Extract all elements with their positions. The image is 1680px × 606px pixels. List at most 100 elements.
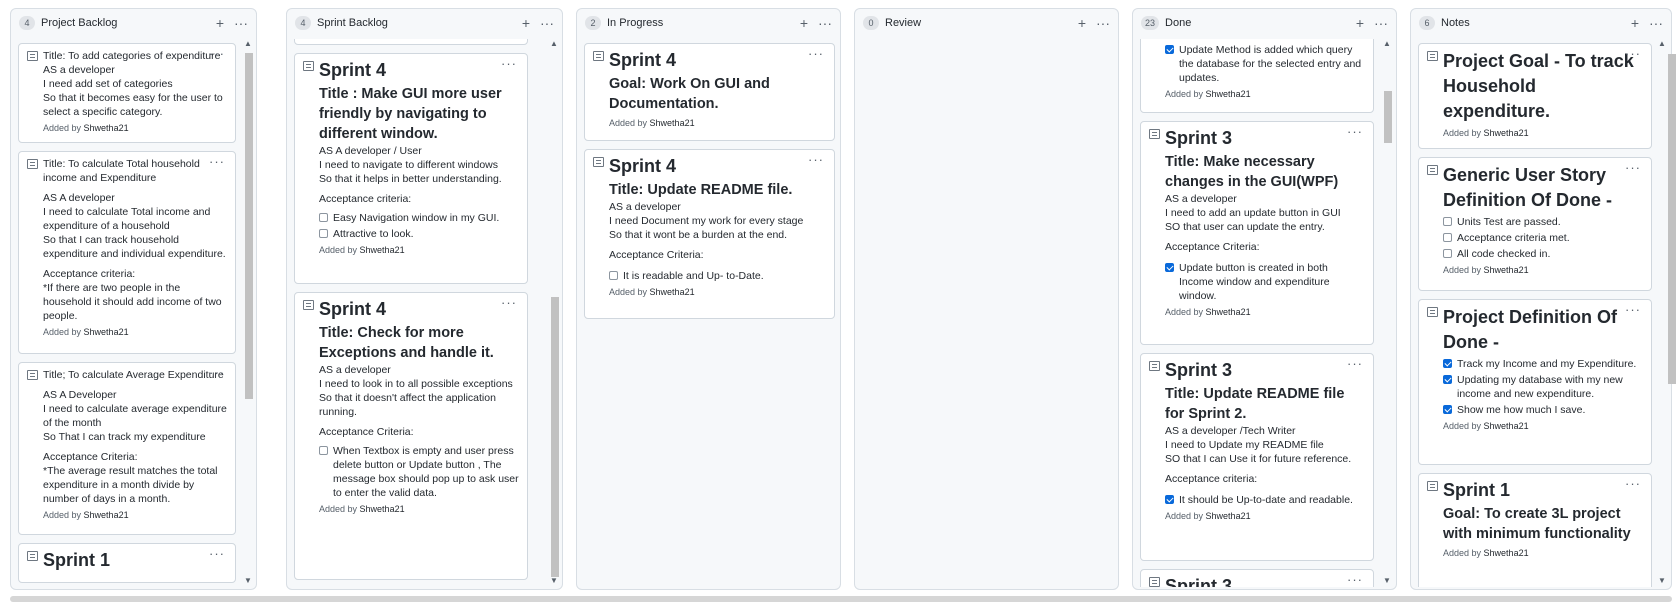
author-link[interactable]: Shwetha21: [1484, 265, 1529, 275]
scrollbar-thumb[interactable]: [551, 297, 559, 577]
checkbox[interactable]: [1443, 217, 1452, 226]
note-card-partial[interactable]: [294, 39, 528, 45]
added-by: Added by Shwetha21: [1165, 307, 1251, 317]
card-menu-kebab-icon[interactable]: ···: [501, 56, 517, 71]
card-title: Title: Update README file for Sprint 2.: [1165, 386, 1345, 422]
card-title: Goal: Work On GUI and Documentation.: [609, 76, 770, 112]
card-menu-kebab-icon[interactable]: ···: [1625, 476, 1641, 491]
page-horizontal-scrollbar[interactable]: [10, 596, 1672, 602]
checkbox-checked[interactable]: [1165, 45, 1174, 54]
checkbox[interactable]: [609, 271, 618, 280]
checkbox[interactable]: [319, 229, 328, 238]
card-menu-kebab-icon[interactable]: ···: [1347, 124, 1363, 139]
column-scrollbar[interactable]: ▲ ▼: [549, 39, 559, 585]
checkbox[interactable]: [1443, 249, 1452, 258]
card-menu-kebab-icon[interactable]: ···: [501, 295, 517, 310]
author-link[interactable]: Shwetha21: [84, 123, 129, 133]
note-card[interactable]: ··· Sprint 3: [1140, 569, 1374, 587]
note-card[interactable]: ··· Sprint 4 Goal: Work On GUI and Docum…: [584, 43, 835, 141]
add-card-button[interactable]: +: [1078, 16, 1086, 30]
checkbox-checked[interactable]: [1443, 359, 1452, 368]
triangle-up-icon[interactable]: ▲: [1658, 39, 1666, 48]
column-scrollbar[interactable]: ▲ ▼: [1657, 39, 1667, 585]
author-link[interactable]: Shwetha21: [360, 504, 405, 514]
triangle-up-icon[interactable]: ▲: [550, 39, 558, 48]
author-link[interactable]: Shwetha21: [360, 245, 405, 255]
column-menu-button[interactable]: ···: [1096, 16, 1110, 30]
column-scrollbar[interactable]: ▲ ▼: [243, 39, 253, 585]
checkbox-checked[interactable]: [1443, 405, 1452, 414]
card-text: I need to look in to all possible except…: [319, 378, 513, 390]
column-scrollbar[interactable]: ▲ ▼: [1382, 39, 1392, 585]
card-menu-kebab-icon[interactable]: ···: [209, 46, 225, 61]
card-count-badge: 4: [295, 16, 311, 30]
scrollbar-thumb[interactable]: [245, 53, 253, 399]
card-heading: Sprint 1: [1443, 480, 1511, 500]
checkbox[interactable]: [319, 446, 328, 455]
column-menu-button[interactable]: ···: [234, 16, 248, 30]
note-card[interactable]: ··· Sprint 1: [18, 543, 236, 583]
page-vertical-scrollbar[interactable]: [1668, 34, 1676, 600]
author-link[interactable]: Shwetha21: [1484, 128, 1529, 138]
scrollbar-thumb[interactable]: [1384, 91, 1392, 143]
add-card-button[interactable]: +: [522, 16, 530, 30]
note-card[interactable]: ··· Sprint 3 Title: Update README file f…: [1140, 353, 1374, 561]
column-menu-button[interactable]: ···: [1374, 16, 1388, 30]
triangle-down-icon[interactable]: ▼: [1658, 576, 1666, 585]
author-link[interactable]: Shwetha21: [1206, 89, 1251, 99]
author-link[interactable]: Shwetha21: [1206, 307, 1251, 317]
card-menu-kebab-icon[interactable]: ···: [1625, 160, 1641, 175]
triangle-down-icon[interactable]: ▼: [1383, 576, 1391, 585]
card-menu-kebab-icon[interactable]: ···: [808, 152, 824, 167]
triangle-down-icon[interactable]: ▼: [244, 576, 252, 585]
column-menu-button[interactable]: ···: [540, 16, 554, 30]
checkbox-checked[interactable]: [1165, 263, 1174, 272]
note-card[interactable]: ··· Sprint 4 Title: Update README file. …: [584, 149, 835, 319]
card-menu-kebab-icon[interactable]: ···: [209, 546, 225, 561]
author-link[interactable]: Shwetha21: [650, 118, 695, 128]
author-link[interactable]: Shwetha21: [84, 510, 129, 520]
project-board: 4 Project Backlog + ··· ··· Title: To ad…: [10, 8, 1672, 590]
card-menu-kebab-icon[interactable]: ···: [209, 365, 225, 380]
add-card-button[interactable]: +: [1631, 16, 1639, 30]
checkbox[interactable]: [319, 213, 328, 222]
checkbox-checked[interactable]: [1165, 495, 1174, 504]
author-link[interactable]: Shwetha21: [650, 287, 695, 297]
card-menu-kebab-icon[interactable]: ···: [1625, 46, 1641, 61]
card-menu-kebab-icon[interactable]: ···: [1625, 302, 1641, 317]
author-link[interactable]: Shwetha21: [84, 327, 129, 337]
card-menu-kebab-icon[interactable]: ···: [1347, 572, 1363, 587]
triangle-up-icon[interactable]: ▲: [1383, 39, 1391, 48]
add-card-button[interactable]: +: [1356, 16, 1364, 30]
note-card[interactable]: ··· Title: To add categories of expendit…: [18, 43, 236, 143]
card-menu-kebab-icon[interactable]: ···: [1347, 356, 1363, 371]
checkbox-checked[interactable]: [1443, 375, 1452, 384]
card-menu-kebab-icon[interactable]: ···: [209, 154, 225, 169]
note-card-partial[interactable]: Update Method is added which query the d…: [1140, 39, 1374, 113]
note-card[interactable]: ··· Sprint 4 Title : Make GUI more user …: [294, 53, 528, 284]
triangle-up-icon[interactable]: ▲: [244, 39, 252, 48]
note-card[interactable]: ··· Sprint 3 Title: Make necessary chang…: [1140, 121, 1374, 345]
note-card[interactable]: ··· Sprint 1 Goal: To create 3L project …: [1418, 473, 1652, 587]
checkbox[interactable]: [1443, 233, 1452, 242]
note-card[interactable]: ··· Sprint 4 Title: Check for more Excep…: [294, 292, 528, 580]
column-sprint-backlog: 4 Sprint Backlog + ··· ··· Sprint 4 Titl…: [286, 8, 563, 590]
author-link[interactable]: Shwetha21: [1484, 548, 1529, 558]
card-menu-kebab-icon[interactable]: ···: [808, 46, 824, 61]
author-link[interactable]: Shwetha21: [1484, 421, 1529, 431]
note-card[interactable]: ··· Generic User Story Definition Of Don…: [1418, 157, 1652, 291]
checklist-item: It should be Up-to-date and readable.: [1165, 493, 1365, 507]
note-icon: [27, 159, 38, 169]
scrollbar-thumb[interactable]: [1668, 54, 1676, 384]
note-card[interactable]: ··· Project Definition Of Done - Track m…: [1418, 299, 1652, 465]
add-card-button[interactable]: +: [216, 16, 224, 30]
column-menu-button[interactable]: ···: [1649, 16, 1663, 30]
add-card-button[interactable]: +: [800, 16, 808, 30]
note-card[interactable]: ··· Project Goal - To track Household ex…: [1418, 43, 1652, 149]
column-menu-button[interactable]: ···: [818, 16, 832, 30]
author-link[interactable]: Shwetha21: [1206, 511, 1251, 521]
card-heading: Sprint 4: [609, 50, 677, 70]
note-card[interactable]: ··· Title: To calculate Total household …: [18, 151, 236, 354]
note-card[interactable]: ··· Title; To calculate Average Expendit…: [18, 362, 236, 535]
triangle-down-icon[interactable]: ▼: [550, 576, 558, 585]
